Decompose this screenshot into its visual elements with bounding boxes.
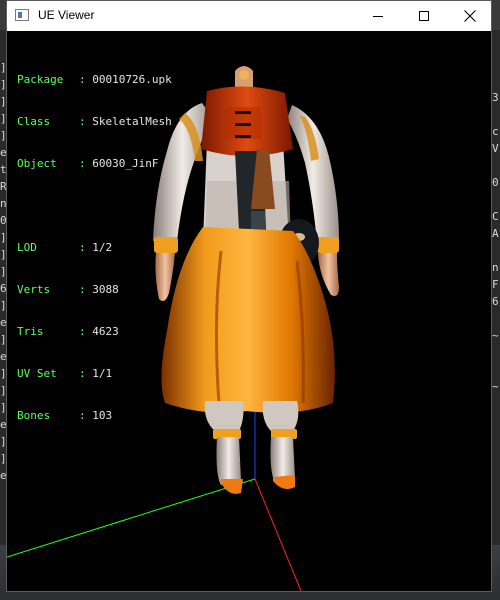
console-glyph: 0 — [492, 176, 499, 189]
info-value: 60030_JinF — [92, 157, 159, 170]
console-glyph: ~ — [492, 329, 499, 342]
info-value: 103 — [92, 409, 113, 422]
info-key: Tris — [17, 325, 44, 338]
info-key: Object — [17, 157, 57, 170]
info-key: LOD — [17, 241, 37, 254]
minimize-icon — [373, 16, 383, 17]
info-row-uvset: UV Set: 1/1 — [17, 367, 113, 380]
axis-y — [7, 478, 256, 558]
info-key: Package — [17, 73, 64, 86]
info-row-verts: Verts: 3088 — [17, 283, 119, 296]
minimize-button[interactable] — [355, 1, 401, 31]
info-row-class: Class: SkeletalMesh — [17, 115, 172, 128]
close-icon — [464, 10, 476, 22]
info-value: 3088 — [92, 283, 119, 296]
console-glyph: C — [492, 210, 499, 223]
title-bar[interactable]: UE Viewer — [7, 1, 491, 31]
console-glyph: 3 — [492, 91, 499, 104]
info-value: 00010726.upk — [92, 73, 172, 86]
info-row-lod: LOD: 1/2 — [17, 241, 113, 254]
info-key: Class — [17, 115, 51, 128]
mesh-info-overlay: Package: 00010726.upk Class: SkeletalMes… — [17, 45, 172, 451]
info-value: 1/1 — [92, 367, 113, 380]
info-key: UV Set — [17, 367, 57, 380]
axis-x — [254, 478, 302, 591]
background-console-right: 3 c V 0 C An F 6 ~ ~ — [492, 30, 500, 600]
app-icon — [15, 9, 29, 21]
console-glyph: A — [492, 227, 499, 240]
info-key: Verts — [17, 283, 51, 296]
console-glyph: c — [492, 125, 499, 138]
ue-viewer-window: UE Viewer Package: 00010726.upk Class:… — [6, 0, 492, 592]
window-title: UE Viewer — [38, 8, 95, 22]
console-glyph: 6 — [492, 295, 499, 308]
info-row-tris: Tris: 4623 — [17, 325, 119, 338]
maximize-button[interactable] — [401, 1, 447, 31]
info-value: 1/2 — [92, 241, 113, 254]
console-glyph: V — [492, 142, 499, 155]
info-value: SkeletalMesh — [92, 115, 172, 128]
console-glyph: n — [492, 261, 499, 274]
maximize-icon — [419, 11, 429, 21]
info-key: Bones — [17, 409, 51, 422]
close-button[interactable] — [447, 1, 493, 31]
console-glyph: F — [492, 278, 499, 291]
3d-viewport[interactable]: Package: 00010726.upk Class: SkeletalMes… — [7, 31, 491, 591]
info-value: 4623 — [92, 325, 119, 338]
info-row-object: Object: 60030_JinF — [17, 157, 159, 170]
info-row-bones: Bones: 103 — [17, 409, 113, 422]
info-row-package: Package: 00010726.upk — [17, 73, 172, 86]
console-glyph: ~ — [492, 380, 499, 393]
